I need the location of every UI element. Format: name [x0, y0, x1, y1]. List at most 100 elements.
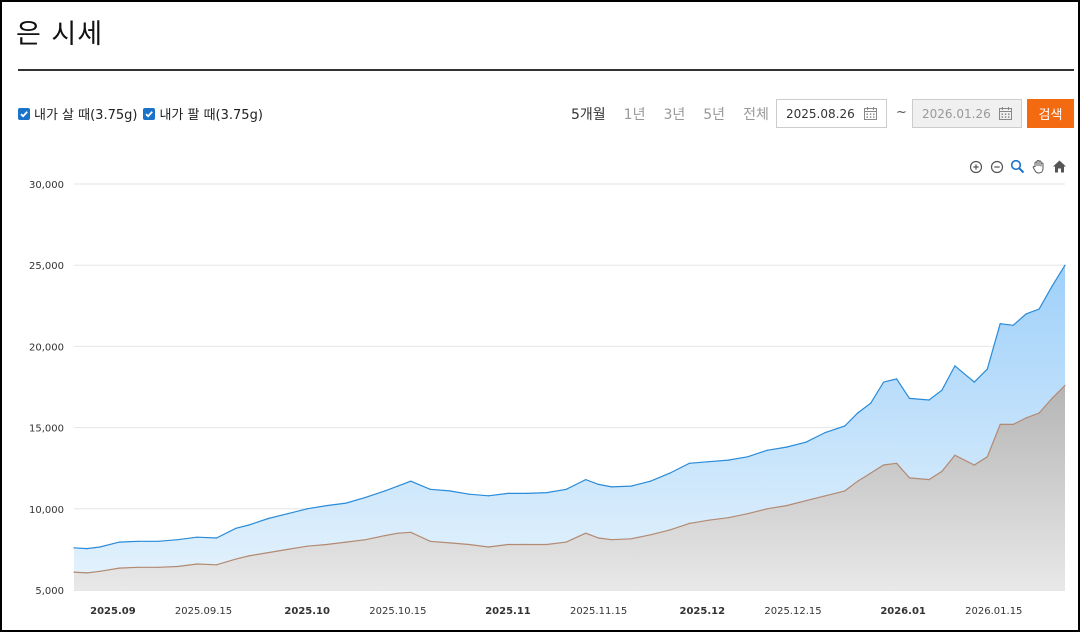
data-point-sell	[86, 572, 88, 574]
data-point-sell	[565, 541, 567, 543]
data-point-buy	[196, 536, 198, 538]
data-point-sell	[397, 532, 399, 534]
data-point-buy	[345, 502, 347, 504]
data-point-buy	[928, 399, 930, 401]
data-point-buy	[118, 541, 120, 543]
data-point-sell	[708, 519, 710, 521]
data-point-buy	[526, 492, 529, 494]
data-point-sell	[1064, 384, 1066, 386]
data-point-buy	[73, 547, 75, 549]
y-tick-label: 25,000	[29, 261, 64, 272]
data-point-buy	[326, 505, 328, 507]
data-point-sell	[611, 539, 613, 541]
data-point-sell	[1051, 397, 1053, 399]
data-point-sell	[487, 546, 490, 548]
data-point-sell	[973, 464, 975, 466]
data-point-buy	[870, 402, 872, 404]
data-point-sell	[287, 548, 289, 551]
data-point-buy	[235, 527, 237, 529]
data-point-buy	[941, 389, 943, 391]
data-point-sell	[870, 472, 872, 474]
y-tick-label: 20,000	[29, 342, 64, 353]
data-point-buy	[649, 480, 652, 482]
data-point-buy	[824, 431, 826, 434]
data-point-sell	[526, 543, 529, 546]
data-point-buy	[138, 540, 140, 542]
data-point-buy	[157, 540, 159, 542]
data-point-buy	[1051, 285, 1053, 287]
data-point-sell	[235, 558, 237, 560]
data-point-sell	[986, 456, 988, 458]
data-point-buy	[747, 456, 749, 458]
data-point-sell	[157, 566, 159, 568]
data-point-sell	[857, 480, 859, 482]
data-point-sell	[805, 500, 807, 502]
data-point-buy	[766, 449, 768, 451]
data-point-buy	[1012, 324, 1014, 326]
data-point-buy	[384, 490, 386, 492]
data-point-buy	[611, 486, 613, 488]
data-point-buy	[248, 524, 250, 526]
data-point-buy	[986, 368, 988, 370]
data-point-buy	[785, 446, 788, 448]
data-point-sell	[1038, 412, 1040, 414]
data-point-buy	[468, 493, 470, 495]
data-point-buy	[669, 472, 671, 474]
data-point-sell	[824, 495, 826, 497]
data-point-sell	[585, 532, 587, 534]
data-point-sell	[1025, 417, 1027, 419]
data-point-buy	[857, 412, 859, 414]
data-point-buy	[267, 517, 269, 520]
data-point-sell	[546, 543, 548, 546]
data-point-sell	[449, 542, 451, 544]
data-point-buy	[546, 492, 548, 494]
data-point-buy	[449, 490, 451, 492]
data-point-buy	[487, 495, 490, 497]
data-point-sell	[688, 522, 690, 525]
data-point-sell	[73, 571, 75, 573]
data-point-buy	[410, 480, 412, 482]
data-point-sell	[118, 567, 120, 569]
data-point-buy	[954, 365, 956, 367]
data-point-buy	[1038, 308, 1040, 310]
data-point-sell	[410, 531, 412, 533]
data-point-sell	[999, 423, 1001, 425]
data-point-buy	[598, 483, 600, 485]
y-tick-label: 15,000	[29, 424, 64, 435]
data-point-buy	[287, 513, 289, 515]
data-point-sell	[766, 508, 768, 510]
data-point-buy	[630, 485, 632, 487]
data-point-sell	[267, 552, 269, 554]
data-point-sell	[954, 454, 956, 456]
data-point-buy	[883, 381, 885, 383]
data-point-buy	[507, 492, 509, 494]
data-point-buy	[844, 425, 846, 427]
data-point-buy	[99, 546, 101, 548]
x-tick-label: 2025.10	[284, 606, 330, 617]
x-tick-label: 2025.12.15	[764, 606, 821, 617]
y-axis: 5,000 10,000 15,000 20,000 25,000 30,000	[29, 180, 64, 597]
data-point-buy	[306, 508, 308, 510]
data-point-sell	[630, 538, 632, 540]
price-chart[interactable]: 5,000 10,000 15,000 20,000 25,000 30,000 2025…	[0, 0, 1080, 632]
data-point-sell	[649, 534, 652, 536]
x-tick-label: 2025.09.15	[175, 606, 232, 617]
data-point-sell	[177, 565, 179, 568]
data-point-sell	[896, 462, 898, 464]
x-axis: 2025.09 2025.09.15 2025.10 2025.10.15 2025.1…	[90, 606, 1022, 617]
data-point-buy	[1025, 313, 1027, 315]
data-point-sell	[883, 464, 885, 466]
y-tick-label: 30,000	[29, 180, 64, 191]
data-point-sell	[248, 555, 250, 557]
x-tick-label: 2025.09	[90, 606, 136, 617]
data-point-buy	[215, 537, 218, 539]
data-point-buy	[429, 488, 431, 490]
data-point-sell	[941, 470, 943, 472]
x-tick-label: 2025.11.15	[570, 606, 627, 617]
data-point-buy	[973, 381, 975, 383]
data-point-buy	[565, 488, 567, 490]
data-point-buy	[727, 459, 729, 461]
data-point-sell	[326, 543, 328, 546]
y-tick-label: 10,000	[29, 505, 64, 516]
data-point-sell	[844, 490, 846, 492]
